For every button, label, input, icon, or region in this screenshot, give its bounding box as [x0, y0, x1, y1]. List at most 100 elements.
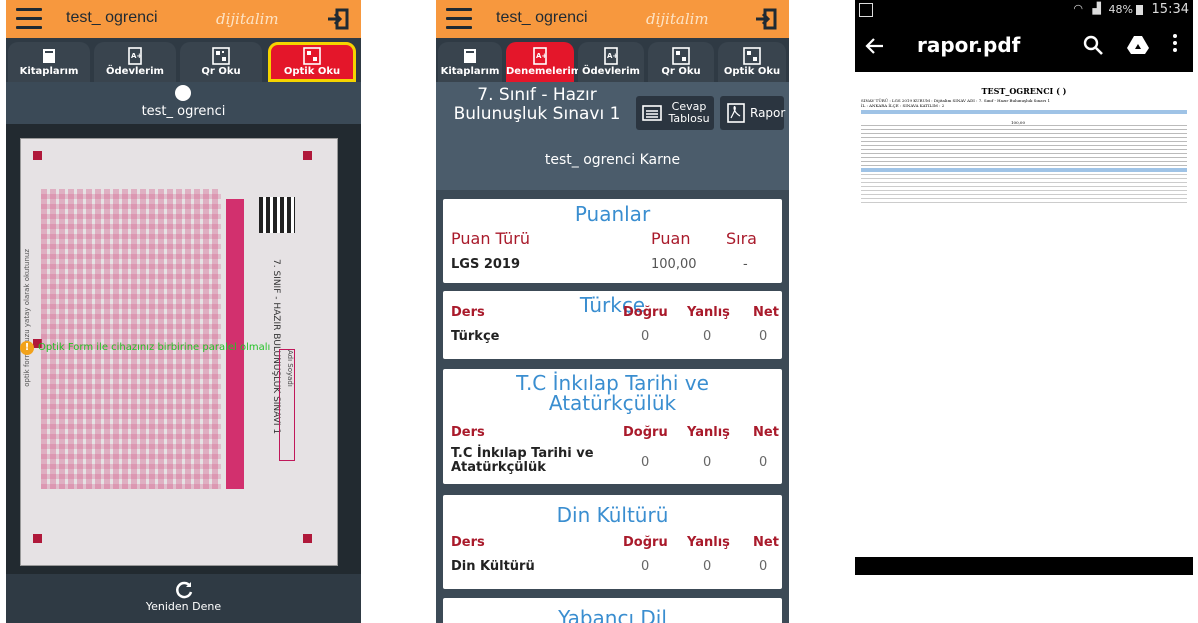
dogru-header: Doğru — [623, 305, 668, 320]
pdf-icon — [727, 103, 745, 123]
tab-label: Qr Oku — [201, 66, 241, 77]
app-bar: rapor.pdf — [855, 20, 1193, 72]
exam-header: 7. Sınıf - Hazır Bulunuşluk Sınavı 1 Cev… — [436, 82, 789, 140]
net-value: 0 — [759, 455, 768, 470]
alignment-warning: ! Optik Form ile cihazınız birbirine para… — [20, 341, 361, 355]
yanlis-header: Yanlış — [687, 535, 730, 550]
back-arrow-icon[interactable] — [865, 36, 885, 56]
retry-label: Yeniden Dene — [145, 600, 222, 613]
answer-bubbles — [41, 189, 221, 489]
menu-icon[interactable] — [16, 8, 42, 30]
bottom-black-bar — [855, 557, 1193, 575]
signal-icon: ▟ — [1092, 2, 1101, 15]
form-name-box: Adı Soyadı — [279, 349, 295, 461]
drive-icon[interactable] — [1127, 35, 1149, 55]
yanlis-value: 0 — [703, 559, 712, 574]
battery-percent: 48% — [1108, 3, 1133, 16]
tab-label: Ödevlerim — [582, 66, 640, 77]
puan-turu-header: Puan Türü — [451, 229, 530, 248]
ders-header: Ders — [451, 305, 485, 320]
subject-name: T.C İnkılap Tarihi ve Atatürkçülük — [451, 446, 594, 475]
tab-optik-oku[interactable]: Optik Oku — [268, 42, 356, 82]
tab-label: Optik Oku — [283, 66, 341, 77]
svg-text:A+: A+ — [536, 52, 547, 60]
turkce-card: Türkçe Ders Doğru Yanlış Net Türkçe 0 0 … — [443, 291, 782, 359]
tab-denemelerim[interactable]: A+ Denemelerim — [506, 42, 582, 82]
optic-icon — [743, 47, 761, 65]
din-kulturu-card: Din Kültürü Ders Doğru Yanlış Net Din Kü… — [443, 495, 782, 589]
dogru-value: 0 — [641, 329, 650, 344]
doc-title: TEST_OGRENCI ( ) — [981, 86, 1067, 96]
rapor-label: Rapor — [750, 106, 786, 120]
puan-value: 100,00 — [651, 257, 697, 272]
tab-qr-oku[interactable]: Qr Oku — [180, 42, 262, 82]
form-left-text: optik formunuzu yatay olarak okutunuz — [23, 249, 31, 387]
battery-icon — [1136, 5, 1143, 15]
logout-icon[interactable] — [755, 8, 777, 30]
tab-bar: Kitaplarım A+ Ödevlerim Qr Oku Optik Oku — [6, 38, 361, 82]
pdf-page[interactable]: TEST_OGRENCI ( ) SINAV TÜRÜ : LGS 2019 K… — [855, 72, 1193, 415]
exam-title: 7. Sınıf - Hazır Bulunuşluk Sınavı 1 — [453, 85, 621, 124]
dogru-header: Doğru — [623, 425, 668, 440]
form-marker — [33, 151, 42, 160]
warning-text: Optik Form ile cihazınız birbirine paral… — [38, 342, 271, 353]
qr-icon — [212, 47, 230, 65]
top-bar: test_ ogrenci dijitalim — [436, 0, 789, 38]
phone-exam-report: test_ ogrenci dijitalim Kitaplarım A+ De… — [436, 0, 789, 623]
net-header: Net — [753, 305, 779, 320]
dogru-header: Doğru — [623, 535, 668, 550]
status-bar: ◠ ▟ 48% 15:34 — [855, 0, 1193, 20]
card-title: Din Kültürü — [556, 503, 669, 527]
net-header: Net — [753, 535, 779, 550]
doc-header-band — [861, 168, 1187, 172]
cevap-tablosu-button[interactable]: Cevap Tablosu — [636, 96, 714, 130]
optic-icon — [303, 47, 321, 65]
cevap-label: Cevap Tablosu — [668, 100, 710, 125]
profile-name: test_ ogrenci — [141, 104, 226, 119]
retry-button[interactable]: Yeniden Dene — [6, 574, 361, 623]
doc-score: 100,00 — [1011, 120, 1025, 125]
tab-kitaplarim[interactable]: Kitaplarım — [438, 42, 502, 82]
phone-pdf-viewer: ◠ ▟ 48% 15:34 rapor.pdf TEST_OGRENCI ( )… — [855, 0, 1193, 420]
form-marker — [303, 534, 312, 543]
ders-header: Ders — [451, 535, 485, 550]
subject-name: Türkçe — [451, 329, 500, 344]
form-marker — [33, 534, 42, 543]
yanlis-value: 0 — [703, 455, 712, 470]
tab-qr-oku[interactable]: Qr Oku — [648, 42, 714, 82]
tab-label: Denemelerim — [506, 66, 582, 77]
yabanci-dil-card: Yabancı Dil — [443, 598, 782, 623]
yanlis-header: Yanlış — [687, 425, 730, 440]
user-name: test_ ogrenci — [66, 9, 158, 26]
tab-label: Kitaplarım — [440, 66, 500, 77]
tab-label: Ödevlerim — [106, 66, 164, 77]
tab-label: Qr Oku — [661, 66, 701, 77]
exam-icon: A+ — [533, 47, 547, 65]
phone-optic-reader: test_ ogrenci dijitalim Kitaplarım A+ Öd… — [6, 0, 361, 623]
status-time: 15:34 — [1151, 2, 1189, 17]
menu-icon[interactable] — [446, 8, 472, 30]
subject-name: Din Kültürü — [451, 559, 535, 574]
search-icon[interactable] — [1083, 35, 1103, 55]
svg-text:A+: A+ — [607, 52, 618, 60]
brand-logo: dijitalim — [216, 10, 279, 28]
logout-icon[interactable] — [327, 8, 349, 30]
tab-optik-oku[interactable]: Optik Oku — [718, 42, 786, 82]
warning-icon: ! — [20, 341, 34, 355]
puan-header: Puan — [651, 229, 691, 248]
qr-icon — [672, 47, 690, 65]
rapor-button[interactable]: Rapor — [720, 96, 786, 130]
tab-odevlerim[interactable]: A+ Ödevlerim — [94, 42, 176, 82]
more-options-icon[interactable] — [1173, 34, 1177, 52]
tab-odevlerim[interactable]: A+ Ödevlerim — [578, 42, 644, 82]
tab-kitaplarim[interactable]: Kitaplarım — [8, 42, 90, 82]
refresh-icon — [175, 581, 192, 599]
doc-table — [861, 124, 1187, 166]
sira-header: Sıra — [726, 229, 757, 248]
homework-icon: A+ — [128, 47, 142, 65]
net-value: 0 — [759, 329, 768, 344]
report-document: TEST_OGRENCI ( ) SINAV TÜRÜ : LGS 2019 K… — [861, 86, 1187, 236]
doc-table — [861, 173, 1187, 203]
tab-bar: Kitaplarım A+ Denemelerim A+ Ödevlerim Q… — [436, 38, 789, 82]
gallery-icon — [859, 3, 873, 17]
